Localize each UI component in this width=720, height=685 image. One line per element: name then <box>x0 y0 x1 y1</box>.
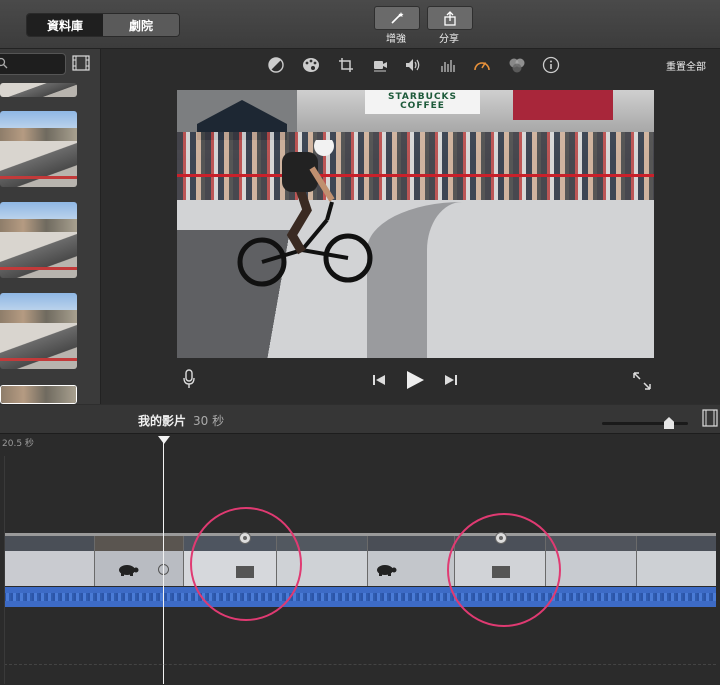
view-segmented-control: 資料庫 劇院 <box>26 13 180 37</box>
playhead-time-label: 20.5 秒 <box>2 439 34 449</box>
video-preview-frame: STARBUCKS COFFEE <box>177 90 654 358</box>
film-strip-icon[interactable] <box>72 55 90 71</box>
media-clip-thumbnail[interactable] <box>0 111 77 187</box>
microphone-icon[interactable] <box>182 369 196 389</box>
playhead-line[interactable] <box>163 438 164 684</box>
zoom-slider[interactable] <box>602 417 688 429</box>
media-clip-thumbnail[interactable] <box>0 83 77 97</box>
film-strip-icon[interactable] <box>702 409 718 427</box>
turtle-icon <box>377 565 397 576</box>
enhance-button[interactable] <box>374 6 420 30</box>
adjustment-toolbar <box>101 50 720 80</box>
color-palette-icon[interactable] <box>302 56 320 74</box>
project-title: 我的影片 <box>138 414 187 428</box>
stabilization-icon[interactable] <box>371 56 389 74</box>
share-button[interactable] <box>427 6 473 30</box>
color-balance-icon[interactable] <box>267 56 285 74</box>
media-clip-thumbnail-selected[interactable] <box>0 385 77 404</box>
search-icon <box>0 57 8 69</box>
volume-icon[interactable] <box>404 56 422 74</box>
highlight-circle <box>447 513 561 627</box>
bmx-rider-illustration <box>237 140 373 287</box>
zoom-slider-knob[interactable] <box>664 417 674 429</box>
timeline-left-guide <box>4 456 5 684</box>
fullscreen-icon[interactable] <box>632 371 652 391</box>
timeline-header: 我的影片 30 秒 <box>0 405 720 434</box>
skip-back-icon[interactable] <box>372 374 386 386</box>
timeline-clip-strip[interactable] <box>4 536 716 586</box>
info-icon[interactable] <box>542 56 560 74</box>
library-tab[interactable]: 資料庫 <box>27 14 103 36</box>
clip-filter-icon[interactable] <box>508 56 526 74</box>
timeline-guide <box>4 664 716 665</box>
highlight-circle <box>190 507 302 621</box>
turtle-icon <box>119 565 139 576</box>
audio-waveform[interactable] <box>4 587 716 607</box>
magic-wand-icon <box>391 12 404 24</box>
speedometer-icon[interactable] <box>473 56 491 74</box>
enhance-label: 增強 <box>386 34 406 45</box>
share-icon <box>444 10 456 26</box>
reset-all-button[interactable]: 重置全部 <box>666 58 706 73</box>
search-input[interactable] <box>0 53 66 75</box>
skip-forward-icon[interactable] <box>444 374 458 386</box>
playhead-marker[interactable] <box>158 436 170 444</box>
media-browser <box>0 49 101 404</box>
theater-tab[interactable]: 劇院 <box>103 14 179 36</box>
storefront-sign: STARBUCKS COFFEE <box>365 90 480 114</box>
top-toolbar: 資料庫 劇院 增強 分享 <box>0 0 720 49</box>
project-duration: 30 秒 <box>193 414 225 428</box>
media-clip-thumbnail[interactable] <box>0 293 77 369</box>
crop-icon[interactable] <box>337 56 355 74</box>
play-icon[interactable] <box>405 370 425 390</box>
share-label: 分享 <box>439 34 459 45</box>
equalizer-icon[interactable] <box>439 56 457 74</box>
media-clip-thumbnail[interactable] <box>0 202 77 278</box>
